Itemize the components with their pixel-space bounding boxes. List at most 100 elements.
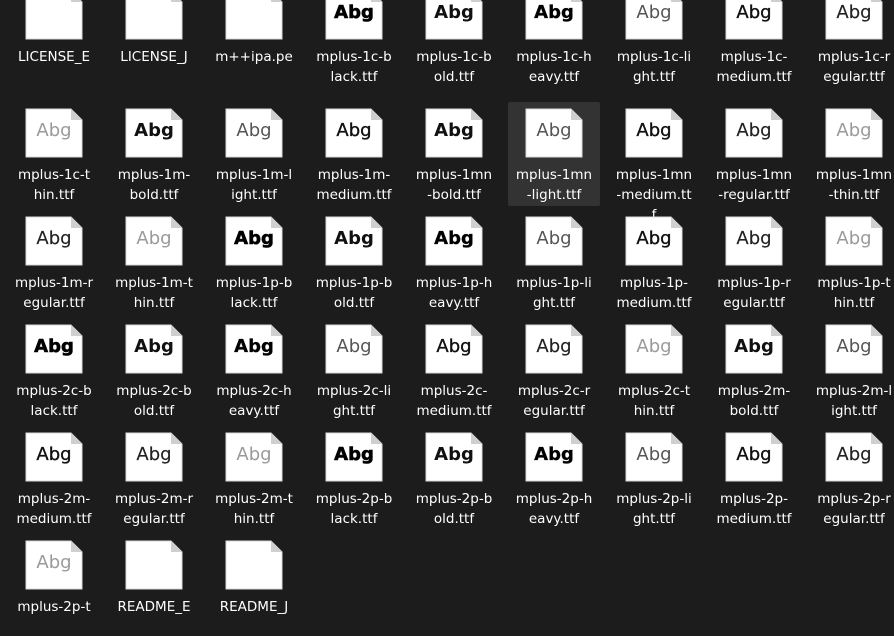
font-preview-icon: Abg bbox=[825, 216, 883, 266]
file-item[interactable]: Abg mplus-1c-t hin.ttf bbox=[8, 102, 100, 203]
font-preview-text: Abg bbox=[836, 228, 872, 249]
font-preview-text: Abg bbox=[36, 552, 72, 573]
file-name-label: mplus-1c-b lack.ttf bbox=[316, 49, 392, 85]
file-item[interactable]: Abg mplus-1m-l ight.ttf bbox=[208, 102, 300, 203]
file-item[interactable]: Abg mplus-1m-t hin.ttf bbox=[108, 210, 200, 311]
file-item[interactable]: Abg mplus-1m- medium.ttf bbox=[308, 102, 400, 203]
file-item[interactable]: Abg mplus-2c-r egular.ttf bbox=[508, 318, 600, 419]
file-item[interactable]: Abg mplus-1m-r egular.ttf bbox=[8, 210, 100, 311]
file-item[interactable]: Abg mplus-1p- medium.ttf bbox=[608, 210, 700, 311]
file-item[interactable]: Abg mplus-1c-b lack.ttf bbox=[308, 0, 400, 90]
font-preview-icon: Abg bbox=[325, 0, 383, 40]
file-item[interactable]: Abg mplus-1c- medium.ttf bbox=[708, 0, 800, 90]
file-item[interactable]: Abg mplus-1mn -regular.ttf bbox=[708, 102, 800, 203]
font-preview-text: Abg bbox=[636, 120, 672, 141]
font-preview-icon: Abg bbox=[325, 108, 383, 158]
file-item[interactable]: Abg mplus-2m- medium.ttf bbox=[8, 426, 100, 527]
font-preview-icon: Abg bbox=[825, 0, 883, 40]
file-name-label: mplus-1p-r egular.ttf bbox=[717, 275, 791, 311]
font-preview-text: Abg bbox=[836, 444, 872, 465]
font-preview-text: Abg bbox=[636, 2, 672, 23]
file-item[interactable]: Abg mplus-2c-h eavy.ttf bbox=[208, 318, 300, 419]
file-item[interactable]: Abg mplus-1c-h eavy.ttf bbox=[508, 0, 600, 90]
file-name-label: mplus-1m-t hin.ttf bbox=[115, 275, 193, 311]
font-preview-text: Abg bbox=[34, 336, 74, 358]
file-name-label: mplus-2p-h eavy.ttf bbox=[515, 491, 593, 527]
file-name-label: LICENSE_J bbox=[120, 49, 188, 65]
file-item[interactable]: Abg mplus-1mn -light.ttf bbox=[508, 102, 600, 206]
font-preview-text: Abg bbox=[434, 2, 474, 23]
file-name-label: mplus-1c-r egular.ttf bbox=[817, 49, 891, 85]
font-preview-text: Abg bbox=[236, 444, 272, 465]
font-preview-text: Abg bbox=[734, 336, 774, 357]
file-item[interactable]: Abg mplus-2m-r egular.ttf bbox=[108, 426, 200, 527]
font-preview-icon: Abg bbox=[525, 324, 583, 374]
file-name-label: mplus-1m-r egular.ttf bbox=[14, 275, 94, 311]
font-preview-icon: Abg bbox=[225, 432, 283, 482]
file-name-label: mplus-2m- bold.ttf bbox=[717, 383, 791, 419]
font-preview-icon: Abg bbox=[425, 432, 483, 482]
font-preview-text: Abg bbox=[534, 2, 574, 23]
file-item[interactable]: Abg mplus-1mn -bold.ttf bbox=[408, 102, 500, 203]
font-preview-text: Abg bbox=[334, 228, 374, 249]
file-item[interactable]: Abg mplus-2c-li ght.ttf bbox=[308, 318, 400, 419]
file-name-label: mplus-1mn -bold.ttf bbox=[415, 167, 493, 203]
file-item[interactable]: Abg mplus-1p-b old.ttf bbox=[308, 210, 400, 311]
file-name-label: mplus-2p-b old.ttf bbox=[415, 491, 493, 527]
file-item[interactable]: LICENSE_E bbox=[8, 0, 100, 90]
file-item[interactable]: Abg mplus-1c-li ght.ttf bbox=[608, 0, 700, 90]
file-item[interactable]: Abg mplus-2p-t bbox=[8, 534, 100, 634]
font-preview-text: Abg bbox=[336, 336, 372, 357]
file-name-label: mplus-1mn -regular.ttf bbox=[715, 167, 793, 203]
file-item[interactable]: Abg mplus-1mn -thin.ttf bbox=[808, 102, 894, 203]
file-item[interactable]: Abg mplus-2p-r egular.ttf bbox=[808, 426, 894, 527]
file-item[interactable]: Abg mplus-2m- bold.ttf bbox=[708, 318, 800, 419]
file-item[interactable]: Abg mplus-2c-b lack.ttf bbox=[8, 318, 100, 419]
font-preview-icon: Abg bbox=[625, 324, 683, 374]
file-item[interactable]: Abg mplus-1p-r egular.ttf bbox=[708, 210, 800, 311]
file-name-label: mplus-1p- medium.ttf bbox=[616, 275, 692, 311]
file-item[interactable]: Abg mplus-2p-h eavy.ttf bbox=[508, 426, 600, 527]
file-item[interactable]: Abg mplus-2c-b old.ttf bbox=[108, 318, 200, 419]
font-preview-icon: Abg bbox=[725, 432, 783, 482]
file-item[interactable]: Abg mplus-2p-li ght.ttf bbox=[608, 426, 700, 527]
file-item[interactable]: Abg mplus-1mn -medium.tt f bbox=[608, 102, 700, 223]
file-item[interactable]: LICENSE_J bbox=[108, 0, 200, 90]
file-item[interactable]: Abg mplus-2m-l ight.ttf bbox=[808, 318, 894, 419]
font-preview-icon: Abg bbox=[725, 108, 783, 158]
file-item[interactable]: README_J bbox=[208, 534, 300, 634]
file-item[interactable]: Abg mplus-1p-li ght.ttf bbox=[508, 210, 600, 311]
font-preview-text: Abg bbox=[736, 228, 772, 249]
file-item[interactable]: Abg mplus-2c- medium.ttf bbox=[408, 318, 500, 419]
font-preview-icon: Abg bbox=[725, 216, 783, 266]
file-item[interactable]: Abg mplus-1c-b old.ttf bbox=[408, 0, 500, 90]
file-item[interactable]: README_E bbox=[108, 534, 200, 634]
file-item[interactable]: Abg mplus-2p-b lack.ttf bbox=[308, 426, 400, 527]
file-item[interactable]: Abg mplus-2p- medium.ttf bbox=[708, 426, 800, 527]
file-item[interactable]: Abg mplus-1c-r egular.ttf bbox=[808, 0, 894, 90]
file-name-label: mplus-1c-b old.ttf bbox=[416, 49, 492, 85]
file-item[interactable]: Abg mplus-2c-t hin.ttf bbox=[608, 318, 700, 419]
file-item[interactable]: Abg mplus-2p-b old.ttf bbox=[408, 426, 500, 527]
file-item[interactable]: m++ipa.pe bbox=[208, 0, 300, 90]
font-preview-icon: Abg bbox=[25, 432, 83, 482]
font-preview-icon: Abg bbox=[825, 324, 883, 374]
file-name-label: mplus-1mn -thin.ttf bbox=[815, 167, 893, 203]
font-preview-icon: Abg bbox=[725, 0, 783, 40]
file-name-label: mplus-2p- medium.ttf bbox=[716, 491, 792, 527]
file-item[interactable]: Abg mplus-1m- bold.ttf bbox=[108, 102, 200, 203]
font-preview-text: Abg bbox=[836, 2, 872, 23]
file-item[interactable]: Abg mplus-2m-t hin.ttf bbox=[208, 426, 300, 527]
file-name-label: mplus-2m- medium.ttf bbox=[16, 491, 92, 527]
file-item[interactable]: Abg mplus-1p-t hin.ttf bbox=[808, 210, 894, 311]
file-name-label: mplus-2c-b old.ttf bbox=[116, 383, 192, 419]
font-preview-icon: Abg bbox=[625, 216, 683, 266]
file-item[interactable]: Abg mplus-1p-b lack.ttf bbox=[208, 210, 300, 311]
file-name-label: mplus-2c-h eavy.ttf bbox=[216, 383, 292, 419]
font-preview-text: Abg bbox=[36, 120, 72, 141]
font-preview-icon: Abg bbox=[325, 216, 383, 266]
file-name-label: mplus-1m-l ight.ttf bbox=[215, 167, 293, 203]
file-item[interactable]: Abg mplus-1p-h eavy.ttf bbox=[408, 210, 500, 311]
file-name-label: README_J bbox=[219, 599, 289, 615]
font-preview-icon: Abg bbox=[425, 108, 483, 158]
